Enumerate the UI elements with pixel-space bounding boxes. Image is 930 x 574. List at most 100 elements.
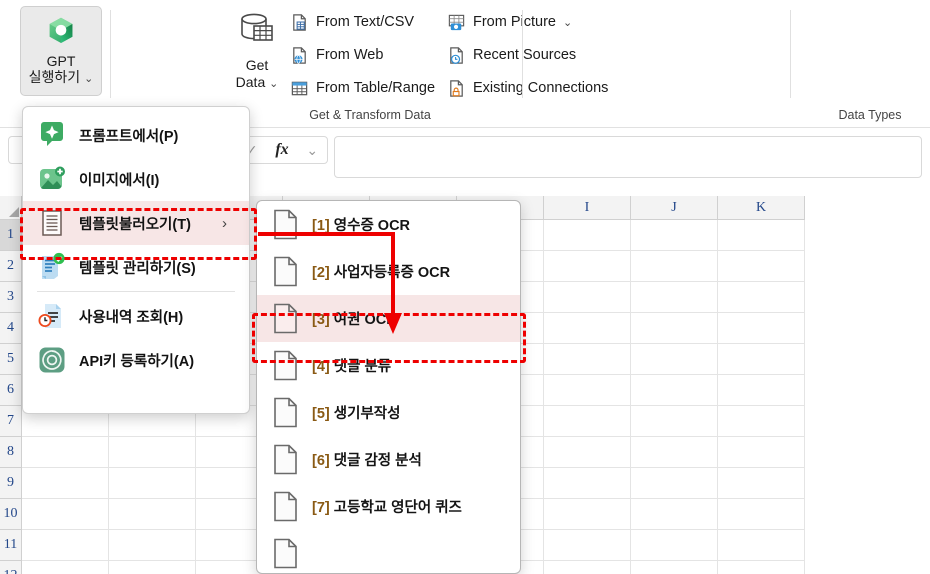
cell-K9[interactable] — [718, 468, 805, 499]
cell-J12[interactable] — [631, 561, 718, 574]
cell-J6[interactable] — [631, 375, 718, 406]
recent-sources-icon — [447, 46, 466, 65]
submenu-item[interactable]: [4] 댓글 분류 — [257, 342, 520, 389]
row-header-3[interactable]: 3 — [0, 282, 22, 313]
row-header-1[interactable]: 1 — [0, 220, 22, 251]
cell-J3[interactable] — [631, 282, 718, 313]
cell-C10[interactable] — [22, 499, 109, 530]
cell-I1[interactable] — [544, 220, 631, 251]
submenu-item[interactable]: [7] 고등학교 영단어 퀴즈 — [257, 483, 520, 530]
row-header-6[interactable]: 6 — [0, 375, 22, 406]
gpt-dropdown-menu: 프롬프트에서(P) 이미지에서(I) 템플릿불러오기(T) › 템플릿 관리하기… — [22, 106, 250, 414]
submenu-item[interactable]: [3] 여권 OCR — [257, 295, 520, 342]
cell-J7[interactable] — [631, 406, 718, 437]
cell-I2[interactable] — [544, 251, 631, 282]
row-header-7[interactable]: 7 — [0, 406, 22, 437]
row-header-8[interactable]: 8 — [0, 437, 22, 468]
document-icon — [273, 397, 298, 428]
cmd-from-table-range[interactable]: From Table/Range — [290, 76, 435, 100]
cell-I6[interactable] — [544, 375, 631, 406]
cell-J5[interactable] — [631, 344, 718, 375]
cell-I12[interactable] — [544, 561, 631, 574]
cell-C11[interactable] — [22, 530, 109, 561]
cell-I8[interactable] — [544, 437, 631, 468]
cell-I5[interactable] — [544, 344, 631, 375]
cell-I10[interactable] — [544, 499, 631, 530]
cell-D12[interactable] — [109, 561, 196, 574]
submenu-item-label: [7] 고등학교 영단어 퀴즈 — [312, 500, 462, 516]
cell-C9[interactable] — [22, 468, 109, 499]
row-header-9[interactable]: 9 — [0, 468, 22, 499]
cmd-from-web[interactable]: From Web — [290, 43, 383, 67]
row-header-12[interactable]: 12 — [0, 561, 22, 574]
column-header-I[interactable]: I — [544, 196, 631, 220]
submenu-item[interactable] — [257, 530, 520, 573]
menu-item-label: API키 등록하기(A) — [79, 353, 195, 370]
openai-icon — [37, 345, 67, 375]
cell-I9[interactable] — [544, 468, 631, 499]
submenu-item-label: [3] 여권 OCR — [312, 312, 397, 328]
cell-K10[interactable] — [718, 499, 805, 530]
cell-I11[interactable] — [544, 530, 631, 561]
submenu-item-label: [4] 댓글 분류 — [312, 359, 392, 375]
select-all-corner[interactable] — [0, 196, 22, 220]
menu-item-image[interactable]: 이미지에서(I) — [23, 157, 249, 201]
cell-J11[interactable] — [631, 530, 718, 561]
get-data-button[interactable]: Get Data ⌄ — [228, 8, 286, 96]
submenu-item[interactable]: [6] 댓글 감정 분석 — [257, 436, 520, 483]
menu-item-register-api-key[interactable]: API키 등록하기(A) — [23, 338, 249, 382]
cell-C12[interactable] — [22, 561, 109, 574]
cell-J9[interactable] — [631, 468, 718, 499]
cell-K4[interactable] — [718, 313, 805, 344]
submenu-item[interactable]: [2] 사업자등록증 OCR — [257, 248, 520, 295]
cell-C8[interactable] — [22, 437, 109, 468]
menu-item-usage-history[interactable]: 사용내역 조회(H) — [23, 294, 249, 338]
chevron-down-icon[interactable]: ⌄ — [306, 142, 318, 159]
sparkle-prompt-icon — [37, 120, 67, 150]
formula-input[interactable] — [334, 136, 922, 178]
submenu-item-label: [1] 영수증 OCR — [312, 218, 411, 234]
cell-J8[interactable] — [631, 437, 718, 468]
cell-K6[interactable] — [718, 375, 805, 406]
cell-J1[interactable] — [631, 220, 718, 251]
cell-K1[interactable] — [718, 220, 805, 251]
cell-I4[interactable] — [544, 313, 631, 344]
cell-D11[interactable] — [109, 530, 196, 561]
cell-J4[interactable] — [631, 313, 718, 344]
cell-K3[interactable] — [718, 282, 805, 313]
cell-D8[interactable] — [109, 437, 196, 468]
submenu-item[interactable]: [5] 생기부작성 — [257, 389, 520, 436]
cell-K2[interactable] — [718, 251, 805, 282]
cell-I3[interactable] — [544, 282, 631, 313]
column-header-K[interactable]: K — [718, 196, 805, 220]
menu-item-prompt[interactable]: 프롬프트에서(P) — [23, 113, 249, 157]
gpt-run-button[interactable]: GPT 실행하기 ⌄ — [20, 6, 102, 96]
menu-item-label: 이미지에서(I) — [79, 172, 160, 189]
cell-K8[interactable] — [718, 437, 805, 468]
menu-item-manage-template[interactable]: 템플릿 관리하기(S) — [23, 245, 249, 289]
submenu-item[interactable]: [1] 영수증 OCR — [257, 201, 520, 248]
cell-I7[interactable] — [544, 406, 631, 437]
document-icon — [273, 444, 298, 475]
row-header-11[interactable]: 11 — [0, 530, 22, 561]
fx-label[interactable]: fx — [275, 141, 288, 159]
cell-K11[interactable] — [718, 530, 805, 561]
cell-J2[interactable] — [631, 251, 718, 282]
cell-K7[interactable] — [718, 406, 805, 437]
cell-K12[interactable] — [718, 561, 805, 574]
existing-connections-icon — [447, 79, 466, 98]
row-header-4[interactable]: 4 — [0, 313, 22, 344]
row-header-10[interactable]: 10 — [0, 499, 22, 530]
row-header-2[interactable]: 2 — [0, 251, 22, 282]
menu-item-load-template[interactable]: 템플릿불러오기(T) › — [23, 201, 249, 245]
ribbon-group-queries: Refresh All ⌄ Queries & Connections — [522, 0, 790, 128]
cell-K5[interactable] — [718, 344, 805, 375]
menu-item-label: 템플릿 관리하기(S) — [79, 260, 196, 277]
gpt-button-label-line1: GPT — [46, 53, 76, 69]
cell-J10[interactable] — [631, 499, 718, 530]
cell-D10[interactable] — [109, 499, 196, 530]
row-header-5[interactable]: 5 — [0, 344, 22, 375]
cell-D9[interactable] — [109, 468, 196, 499]
cmd-from-text-csv[interactable]: From Text/CSV — [290, 10, 414, 34]
column-header-J[interactable]: J — [631, 196, 718, 220]
